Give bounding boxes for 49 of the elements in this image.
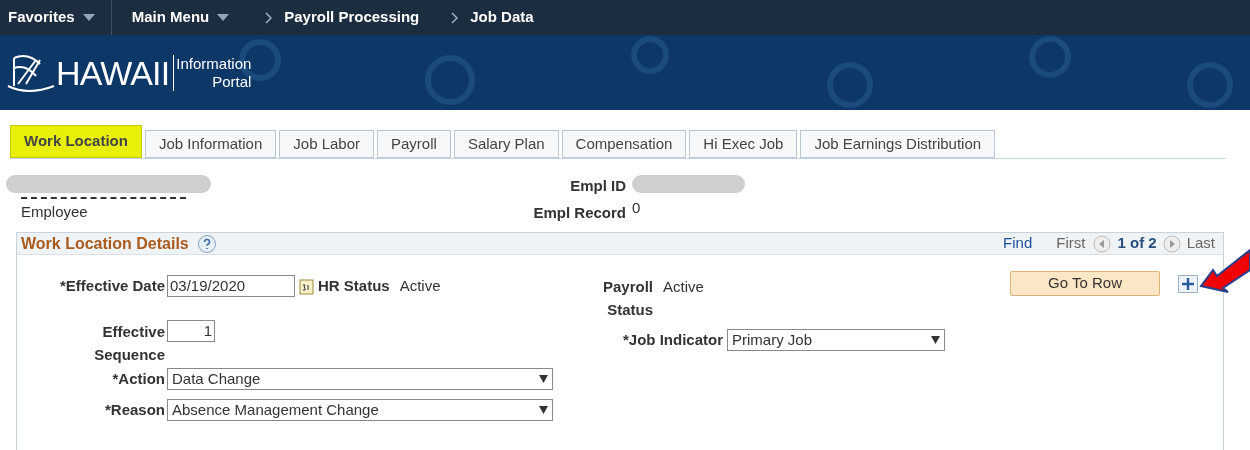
- dropdown-caret-icon: [931, 336, 940, 345]
- tab[interactable]: Job Information: [144, 130, 277, 158]
- breadcrumb-link[interactable]: Job Data: [470, 6, 534, 29]
- add-row-icon[interactable]: [1178, 275, 1198, 293]
- dropdown-caret-icon: [539, 406, 548, 415]
- tab[interactable]: Compensation: [561, 130, 687, 158]
- calendar-icon[interactable]: [299, 277, 314, 295]
- chevron-icon: [265, 11, 273, 24]
- tab[interactable]: Payroll: [377, 130, 451, 158]
- tab[interactable]: Work Location: [10, 125, 142, 158]
- field-label: Empl Record: [533, 202, 626, 223]
- nav-menu[interactable]: Main Menu: [131, 6, 210, 29]
- row-counter: 1 of 2: [1117, 233, 1157, 254]
- dropdown-field[interactable]: Data Change: [167, 367, 553, 390]
- dropdown-field[interactable]: Primary Job: [727, 329, 945, 352]
- field-label: HR Status: [318, 276, 390, 296]
- dropdown-field[interactable]: Absence Management Change: [167, 399, 553, 422]
- field-label: *Job Indicator: [623, 330, 723, 350]
- field-value: Active: [399, 276, 441, 296]
- dropdown-caret-icon: [539, 374, 548, 383]
- field-label: Payroll Status: [601, 277, 653, 320]
- field-label: *Reason: [103, 400, 165, 420]
- previous-icon[interactable]: [1093, 234, 1112, 253]
- tab[interactable]: Job Labor: [279, 130, 374, 158]
- sequence-field[interactable]: 1: [167, 319, 215, 342]
- field-label: Empl ID: [570, 176, 626, 196]
- section-title: Work Location Details: [21, 233, 189, 254]
- field-label: *Action: [111, 368, 165, 389]
- breadcrumb-link[interactable]: Payroll Processing: [284, 6, 420, 29]
- tab[interactable]: Job Earnings Distribution: [800, 130, 996, 158]
- field-value: Active: [663, 277, 704, 297]
- logo-subtext: Information: [176, 54, 252, 73]
- tab[interactable]: Salary Plan: [453, 130, 559, 158]
- field-label: *Effective Date: [58, 276, 165, 296]
- field-label: Effective Sequence: [93, 321, 165, 365]
- tab[interactable]: Hi Exec Job: [689, 130, 798, 158]
- logo-text: HAWAII: [56, 55, 170, 90]
- next-icon[interactable]: [1162, 234, 1181, 253]
- employee-label: Employee: [21, 197, 186, 224]
- logo-subtext: Portal: [211, 72, 252, 91]
- caret-icon: [217, 13, 230, 22]
- nav-menu[interactable]: Favorites: [8, 6, 75, 29]
- caret-icon: [82, 13, 95, 22]
- field-value: 0: [632, 198, 642, 218]
- go-to-row-button[interactable]: Go To Row: [1010, 271, 1160, 296]
- date-field[interactable]: 03/19/2020: [167, 275, 295, 298]
- chevron-icon: [451, 11, 459, 24]
- find-link[interactable]: Find: [1003, 232, 1033, 255]
- help-icon[interactable]: [196, 233, 217, 254]
